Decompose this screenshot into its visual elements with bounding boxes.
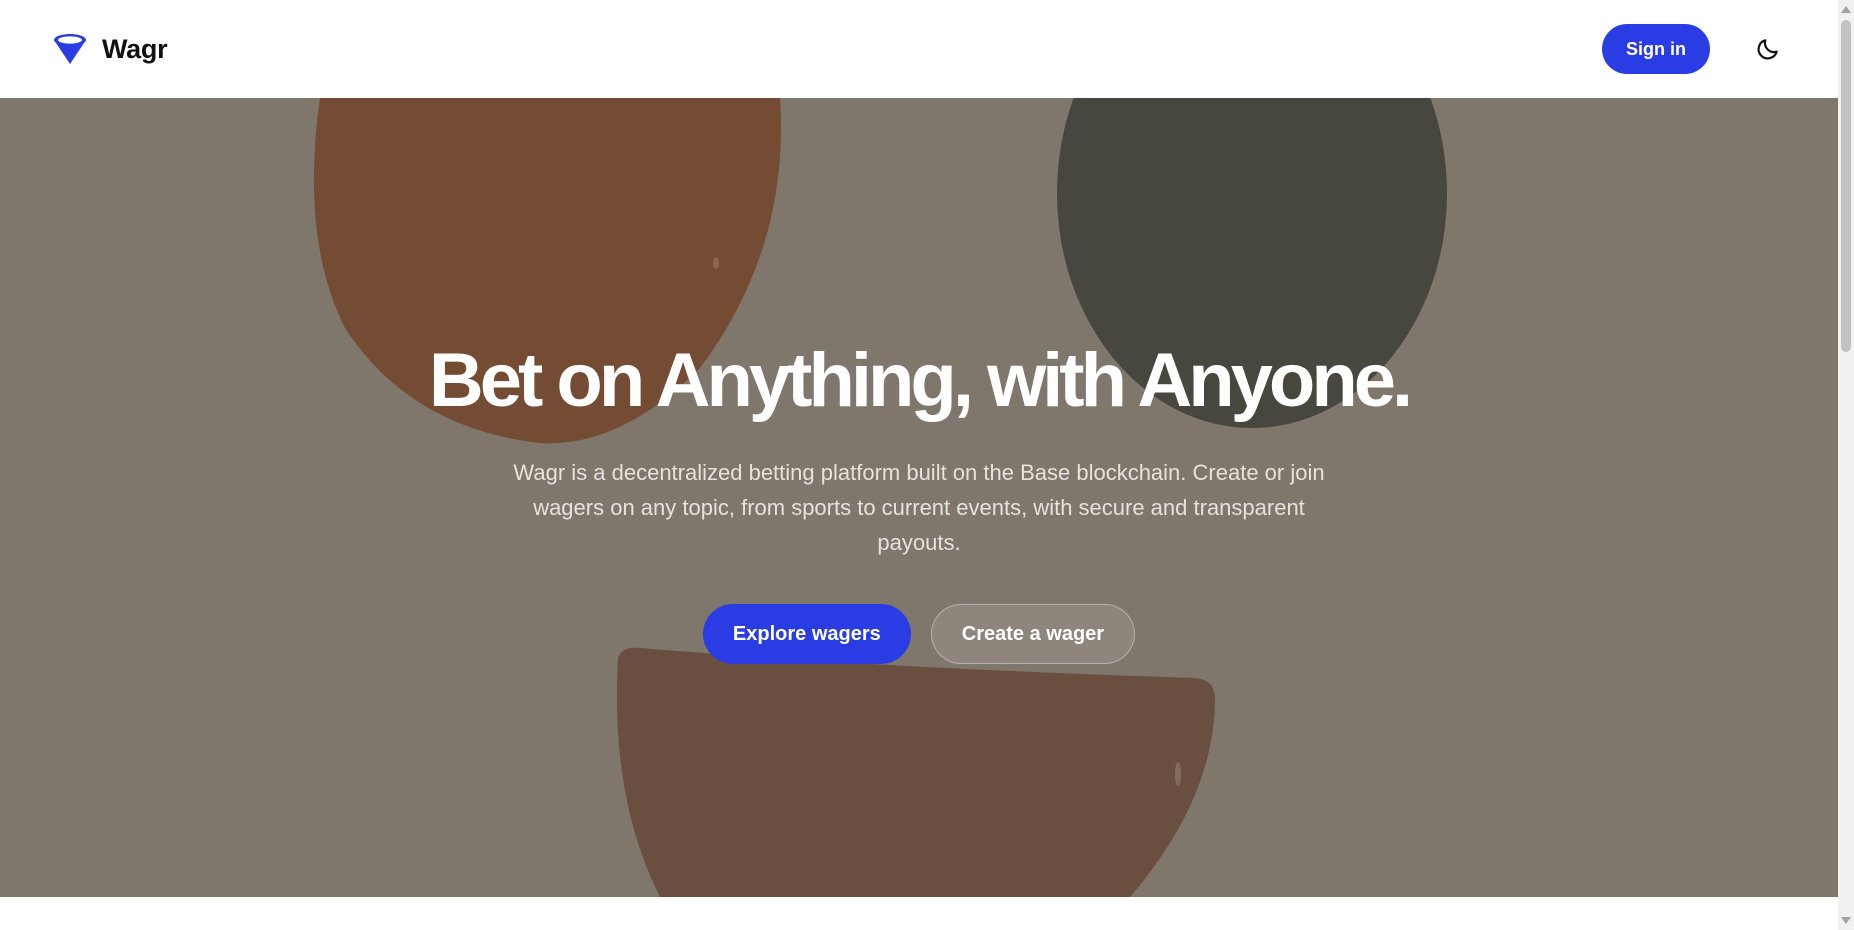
theme-toggle-button[interactable] [1750,31,1786,67]
header-actions: Sign in [1602,24,1786,74]
scroll-down-icon[interactable] [1841,917,1851,924]
hero-section: Bet on Anything, with Anyone. Wagr is a … [0,98,1838,897]
hero-actions: Explore wagers Create a wager [702,604,1136,664]
hero-description: Wagr is a decentralized betting platform… [513,460,1325,555]
wagr-logo-icon [54,34,86,64]
explore-wagers-button[interactable]: Explore wagers [702,604,911,664]
scroll-up-icon[interactable] [1841,6,1851,13]
scrollbar-thumb[interactable] [1841,20,1851,352]
sign-in-button[interactable]: Sign in [1602,24,1710,74]
brand-name: Wagr [102,33,168,64]
page-scrollbar[interactable] [1838,0,1854,930]
page: Wagr Sign in Bet on Anything, with Anyon… [0,0,1854,930]
brand-link[interactable]: Wagr [52,31,168,67]
hero-title: Bet on Anything, with Anyone. [428,338,1413,423]
moon-icon [1757,39,1778,60]
hero-content: Bet on Anything, with Anyone. Wagr is a … [0,98,1838,897]
create-wager-button[interactable]: Create a wager [930,604,1136,664]
site-header: Wagr Sign in [0,0,1838,98]
